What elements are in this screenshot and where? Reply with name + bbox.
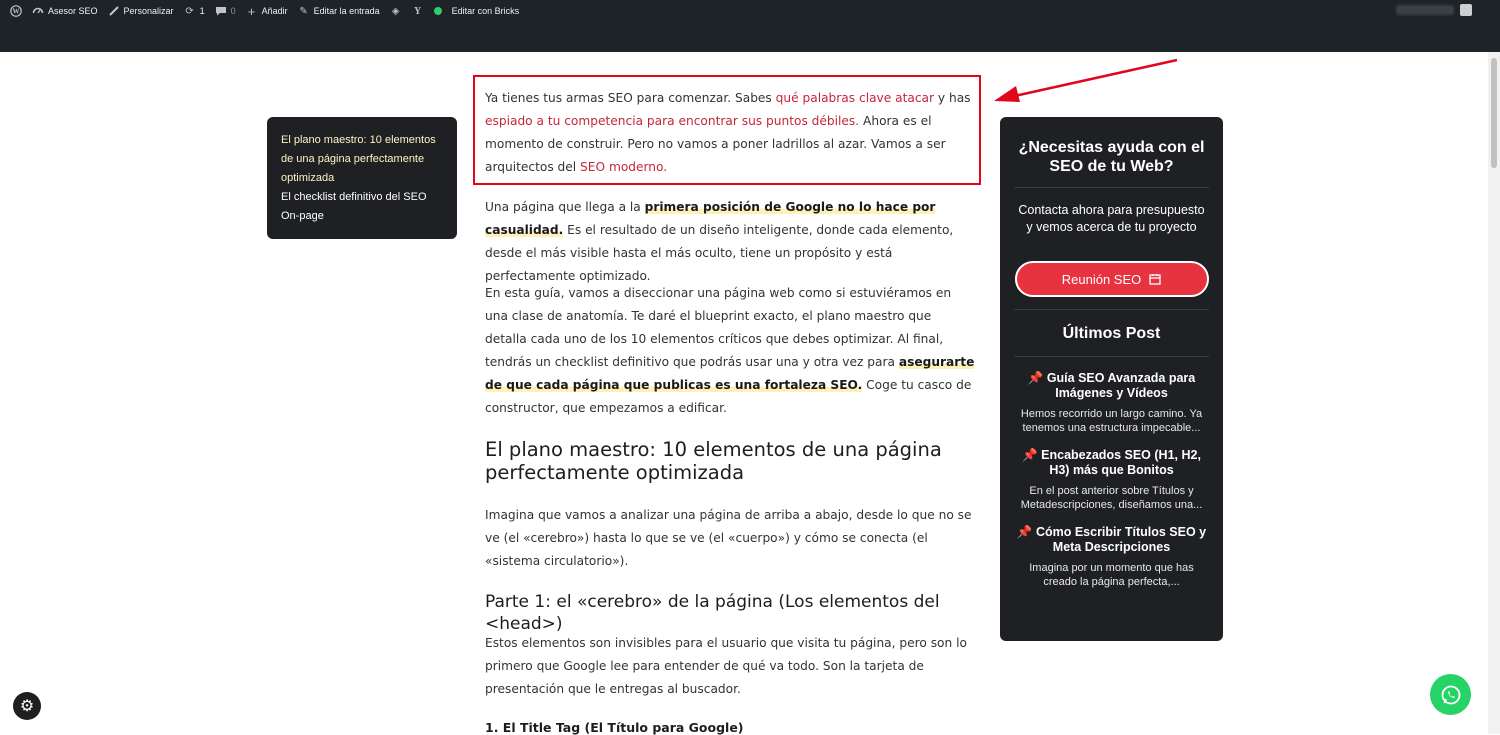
plugin-diamond-menu[interactable]: ◈ xyxy=(390,5,402,17)
intro-text-1: Ya tienes tus armas SEO para comenzar. S… xyxy=(485,91,776,105)
add-new-label: Añadir xyxy=(261,6,288,16)
post-excerpt: Imagina por un momento que has creado la… xyxy=(1029,562,1194,588)
latest-posts-title: Últimos Post xyxy=(1062,325,1161,342)
p3-text-1: En esta guía, vamos a diseccionar una pá… xyxy=(485,286,952,369)
pencil-icon: ✎ xyxy=(299,5,308,17)
comment-icon xyxy=(215,7,226,16)
reunion-seo-label: Reunión SEO xyxy=(1061,271,1142,287)
wordpress-icon: W xyxy=(10,5,22,17)
p4-text: Imagina que vamos a analizar una página … xyxy=(485,508,972,568)
subheading-title-tag: 1. El Title Tag (El Título para Google) xyxy=(485,720,744,735)
avatar xyxy=(1460,4,1472,16)
asesor-seo-menu[interactable]: Asesor SEO xyxy=(32,5,98,17)
add-new-menu[interactable]: + Añadir xyxy=(246,3,288,19)
updates-menu[interactable]: ⟳ 1 xyxy=(184,5,205,17)
divider xyxy=(1014,187,1209,188)
cta-wrapper: Reunión SEO xyxy=(1014,261,1209,297)
divider xyxy=(1014,309,1209,310)
reunion-seo-button[interactable]: Reunión SEO xyxy=(1014,261,1209,297)
sidebar-cta-card: ¿Necesitas ayuda con el SEO de tu Web? C… xyxy=(1000,117,1223,641)
calendar-icon xyxy=(1149,274,1161,285)
annotation-arrow xyxy=(994,58,1178,102)
post-excerpt: En el post anterior sobre Títulos y Meta… xyxy=(1020,485,1203,511)
post-title[interactable]: Guía SEO Avanzada para Imágenes y Vídeos xyxy=(1047,371,1195,400)
post-excerpt: Hemos recorrido un largo camino. Ya tene… xyxy=(1020,408,1203,434)
p5-text: Estos elementos son invisibles para el u… xyxy=(485,636,967,696)
bricks-label: Editar con Bricks xyxy=(451,6,520,16)
refresh-icon: ⟳ xyxy=(185,5,194,17)
yoast-menu[interactable]: Y xyxy=(412,5,424,17)
updates-count: 1 xyxy=(199,6,205,16)
post-title[interactable]: Encabezados SEO (H1, H2, H3) más que Bon… xyxy=(1041,448,1201,477)
comments-menu[interactable]: 0 xyxy=(215,5,236,17)
brush-icon xyxy=(108,6,119,16)
toc-item-plano-maestro[interactable]: El plano maestro: 10 elementos de una pá… xyxy=(281,131,443,188)
link-seo-moderno[interactable]: SEO moderno. xyxy=(580,160,667,174)
wordpress-menu[interactable]: W xyxy=(10,5,22,17)
diamond-icon: ◈ xyxy=(391,5,400,17)
personalizar-label: Personalizar xyxy=(123,6,174,16)
pin-icon: 📌 xyxy=(1016,525,1033,539)
cookie-settings-button[interactable]: ⚙ xyxy=(13,692,41,720)
username-blurred xyxy=(1396,5,1454,15)
edit-post-menu[interactable]: ✎ Editar la entrada xyxy=(298,5,380,17)
admin-bar: W Asesor SEO Personalizar ⟳ 1 0 + Añadir… xyxy=(0,0,1500,22)
gauge-icon xyxy=(32,7,44,14)
whatsapp-icon xyxy=(1441,685,1460,704)
latest-post-item[interactable]: 📌 Guía SEO Avanzada para Imágenes y Víde… xyxy=(1014,371,1209,435)
asesor-seo-label: Asesor SEO xyxy=(48,6,98,16)
post-title[interactable]: Cómo Escribir Títulos SEO y Meta Descrip… xyxy=(1036,525,1206,554)
section-heading-cerebro: Parte 1: el «cerebro» de la página (Los … xyxy=(485,592,940,634)
article-paragraph-2: Una página que llega a la primera posici… xyxy=(485,196,975,288)
svg-text:W: W xyxy=(13,8,20,16)
personalizar-menu[interactable]: Personalizar xyxy=(108,5,174,17)
article-intro-paragraph: Ya tienes tus armas SEO para comenzar. S… xyxy=(485,87,975,179)
latest-post-item[interactable]: 📌 Cómo Escribir Títulos SEO y Meta Descr… xyxy=(1014,525,1209,589)
scrollbar-thumb[interactable] xyxy=(1491,58,1497,168)
bricks-menu[interactable]: Editar con Bricks xyxy=(433,6,520,16)
pin-icon: 📌 xyxy=(1022,448,1038,462)
table-of-contents: El plano maestro: 10 elementos de una pá… xyxy=(267,117,457,239)
article-paragraph-3: En esta guía, vamos a diseccionar una pá… xyxy=(485,282,975,420)
gear-icon: ⚙ xyxy=(19,698,35,715)
pin-icon: 📌 xyxy=(1027,371,1044,385)
status-dot-icon xyxy=(433,7,442,15)
toc-item-checklist[interactable]: El checklist definitivo del SEO On-page xyxy=(281,188,443,226)
comments-count: 0 xyxy=(230,6,236,16)
article-paragraph-5: Estos elementos son invisibles para el u… xyxy=(485,632,975,701)
site-header xyxy=(0,22,1500,52)
edit-post-label: Editar la entrada xyxy=(313,6,380,16)
whatsapp-button[interactable] xyxy=(1430,674,1471,715)
plus-icon: + xyxy=(247,3,256,19)
p2-text-1: Una página que llega a la xyxy=(485,200,645,214)
link-competencia[interactable]: espiado a tu competencia para encontrar … xyxy=(485,114,859,128)
sidebar-text: Contacta ahora para presupuesto y vemos … xyxy=(1018,203,1205,234)
intro-text-2: y has xyxy=(934,91,971,105)
link-palabras-clave[interactable]: qué palabras clave atacar xyxy=(776,91,934,105)
scrollbar[interactable] xyxy=(1488,52,1500,734)
account-menu[interactable] xyxy=(1396,4,1472,16)
latest-post-item[interactable]: 📌 Encabezados SEO (H1, H2, H3) más que B… xyxy=(1014,448,1209,512)
divider xyxy=(1014,356,1209,357)
sidebar-title: ¿Necesitas ayuda con el SEO de tu Web? xyxy=(1018,139,1205,175)
article-paragraph-4: Imagina que vamos a analizar una página … xyxy=(485,504,975,573)
yoast-icon: Y xyxy=(414,5,422,17)
section-heading-plano-maestro: El plano maestro: 10 elementos de una pá… xyxy=(485,438,942,484)
